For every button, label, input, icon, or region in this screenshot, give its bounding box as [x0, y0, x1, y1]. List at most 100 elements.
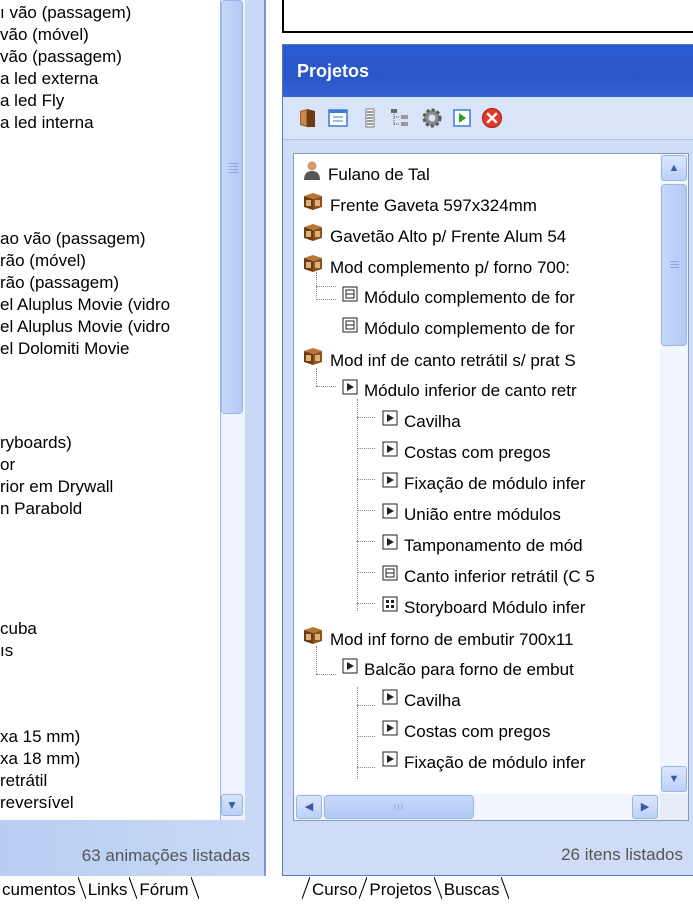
animation-list-item[interactable]: reversível: [0, 792, 74, 814]
animations-panel: ı vão (passagem) vão (móvel) vão (passagem…: [0, 0, 266, 876]
cabinet-icon: [302, 346, 324, 373]
animation-icon: [382, 533, 398, 557]
cabinet-icon: [302, 222, 324, 249]
animation-icon: [382, 502, 398, 526]
tree-node[interactable]: Tamponamento de mód: [382, 534, 583, 558]
tree-node[interactable]: Gavetão Alto p/ Frente Alum 54: [302, 224, 566, 248]
tree-node-label: Costas com pregos: [404, 443, 551, 462]
animation-list-item[interactable]: retrátil: [0, 770, 47, 792]
animation-list-item[interactable]: a led externa: [0, 68, 98, 90]
panel-title: Projetos: [297, 61, 370, 81]
tree-node[interactable]: Módulo complemento de for: [342, 317, 575, 341]
tab-projetos[interactable]: Projetos: [367, 877, 433, 903]
scroll-up-button[interactable]: ▲: [661, 155, 687, 181]
animation-list-item[interactable]: el Aluplus Movie (vidro: [0, 294, 170, 316]
animation-list-item[interactable]: ıs: [0, 640, 13, 662]
animation-list-item[interactable]: n Parabold: [0, 498, 82, 520]
tab-links[interactable]: Links: [86, 877, 130, 903]
tree-node[interactable]: Balcão para forno de embut: [342, 658, 574, 682]
tree-node[interactable]: Cavilha: [382, 410, 461, 434]
scroll-left-button[interactable]: ◀: [296, 795, 322, 819]
projects-count: 26 itens listados: [561, 845, 683, 864]
tab-buscas[interactable]: Buscas: [442, 877, 502, 903]
close-icon[interactable]: [481, 107, 503, 129]
animation-list-item[interactable]: rão (passagem): [0, 272, 119, 294]
animation-list-item[interactable]: xa 18 mm): [0, 748, 80, 770]
tree-node-label: Tamponamento de mód: [404, 536, 583, 555]
scrollbar-thumb[interactable]: [661, 184, 687, 346]
tree-node-label: Balcão para forno de embut: [364, 660, 574, 679]
tree-view[interactable]: Fulano de Tal Frente Gaveta 597x324mm Gave…: [294, 154, 664, 794]
tree-vertical-scrollbar[interactable]: ▲ ▼: [660, 154, 688, 794]
animation-list-item[interactable]: xa 15 mm): [0, 726, 80, 748]
animation-list-item[interactable]: ı vão (passagem): [0, 2, 131, 24]
animation-list-item[interactable]: or: [0, 454, 15, 476]
animation-icon: [342, 657, 358, 681]
tree-node[interactable]: União entre módulos: [382, 503, 561, 527]
animations-count: 63 animações listadas: [81, 846, 250, 865]
scroll-corner: [660, 794, 688, 820]
projects-toolbar: [283, 97, 693, 140]
tree-node[interactable]: Módulo complemento de for: [342, 286, 575, 310]
tab-forum[interactable]: Fórum: [137, 877, 190, 903]
scrollbar-thumb[interactable]: [221, 0, 243, 414]
animation-icon: [382, 471, 398, 495]
tree-node[interactable]: Fixação de módulo infer: [382, 472, 585, 496]
scroll-down-button[interactable]: ▼: [221, 794, 243, 816]
tree-node[interactable]: Fulano de Tal: [302, 161, 430, 186]
gear-icon[interactable]: [421, 107, 443, 129]
tree-icon[interactable]: [389, 107, 411, 129]
animation-list-item[interactable]: ryboards): [0, 432, 72, 454]
tree-horizontal-scrollbar[interactable]: ◀ III ▶: [294, 794, 660, 820]
animations-list[interactable]: ı vão (passagem) vão (móvel) vão (passagem…: [0, 0, 221, 820]
tree-node[interactable]: Costas com pregos: [382, 441, 550, 465]
animation-icon: [382, 688, 398, 712]
tree-node-label: Fixação de módulo infer: [404, 753, 586, 772]
tree-node[interactable]: Módulo inferior de canto retr: [342, 379, 577, 403]
tree-node[interactable]: Canto inferior retrátil (C 5: [382, 565, 595, 589]
tree-node-label: Cavilha: [404, 412, 461, 431]
tree-node[interactable]: Mod complemento p/ forno 700:: [302, 255, 570, 279]
animation-list-item[interactable]: vão (passagem): [0, 46, 122, 68]
animation-list-item[interactable]: vão (móvel): [0, 24, 89, 46]
tree-node-label: Módulo complemento de for: [364, 319, 575, 338]
animation-list-item[interactable]: rior em Drywall: [0, 476, 113, 498]
tree-node[interactable]: Mod inf forno de embutir 700x11: [302, 627, 574, 651]
right-tab-bar: Curso Projetos Buscas: [302, 877, 510, 911]
tree-node-label: Mod inf de canto retrátil s/ prat S: [330, 350, 576, 370]
tree-node[interactable]: Frente Gaveta 597x324mm: [302, 193, 537, 217]
indent-icon[interactable]: [359, 107, 381, 129]
left-tab-bar: cumentos Links Fórum: [0, 877, 199, 911]
tab-documentos[interactable]: cumentos: [0, 877, 78, 903]
tree-node[interactable]: Costas com pregos: [382, 720, 550, 744]
animation-list-item[interactable]: a led interna: [0, 112, 94, 134]
animation-icon: [382, 440, 398, 464]
top-panel: [282, 0, 693, 33]
play-icon[interactable]: [451, 107, 473, 129]
animation-list-item[interactable]: ao vão (passagem): [0, 228, 146, 250]
book-icon[interactable]: [297, 107, 319, 129]
cabinet-icon: [302, 253, 324, 280]
module-icon: [342, 285, 358, 309]
animation-list-item[interactable]: cuba: [0, 618, 37, 640]
animation-list-item[interactable]: rão (móvel): [0, 250, 86, 272]
animation-list-item[interactable]: a led Fly: [0, 90, 64, 112]
window-list-icon[interactable]: [327, 107, 349, 129]
animation-list-item[interactable]: el Dolomiti Movie: [0, 338, 129, 360]
tree-node-label: União entre módulos: [404, 505, 561, 524]
storyboard-icon: [382, 595, 398, 619]
tree-node-label: Gavetão Alto p/ Frente Alum 54: [330, 226, 567, 246]
tree-node-label: Canto inferior retrátil (C 5: [404, 567, 595, 586]
animations-scrollbar[interactable]: ▼: [221, 0, 245, 820]
scroll-down-button[interactable]: ▼: [661, 766, 687, 792]
scrollbar-thumb[interactable]: III: [324, 795, 474, 819]
scroll-right-button[interactable]: ▶: [632, 795, 658, 819]
cabinet-icon: [302, 191, 324, 218]
tree-node[interactable]: Mod inf de canto retrátil s/ prat S: [302, 348, 576, 372]
tree-node[interactable]: Cavilha: [382, 689, 461, 713]
projects-tree[interactable]: Fulano de Tal Frente Gaveta 597x324mm Gave…: [293, 153, 689, 821]
tree-node[interactable]: Storyboard Módulo infer: [382, 596, 585, 620]
tree-node[interactable]: Fixação de módulo infer: [382, 751, 585, 775]
tab-curso[interactable]: Curso: [310, 877, 359, 903]
animation-list-item[interactable]: el Aluplus Movie (vidro: [0, 316, 170, 338]
